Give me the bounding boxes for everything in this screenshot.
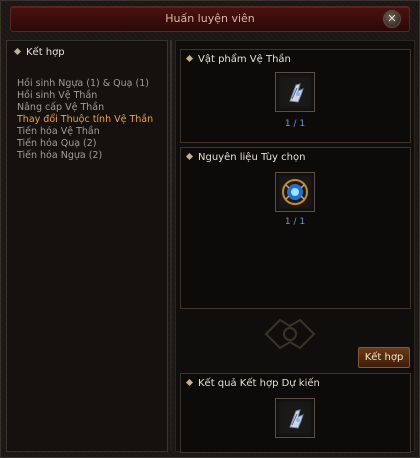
left-panel: Kết hợp Hồi sinh Ngựa (1) & Quạ (1) Hồi … [6,40,168,452]
left-panel-title: Kết hợp [26,47,65,58]
result-slot[interactable] [275,398,315,438]
emblem-icon [264,318,316,350]
material-section-title: Nguyên liệu Tùy chọn [183,152,305,163]
recipe-item[interactable]: Tiến hóa Ngựa (2) [17,150,153,162]
combine-button[interactable]: Kết hợp [358,347,410,368]
bullet-icon [13,47,22,56]
panel-divider [170,40,172,450]
recipe-item[interactable]: Nâng cấp Vệ Thần [17,102,153,114]
gauntlet-icon [289,409,304,429]
material-slot[interactable] [275,172,315,212]
material-count: 1 / 1 [284,217,306,227]
title-bar: Huấn luyện viên ✕ [10,6,410,32]
bullet-icon [185,378,194,387]
gauntlet-icon [289,83,304,103]
item-section-label: Vật phẩm Vệ Thần [198,54,291,65]
result-section: Kết quả Kết hợp Dự kiến [180,373,411,453]
recipe-list: Hồi sinh Ngựa (1) & Quạ (1) Hồi sinh Vệ … [17,78,153,162]
result-section-label: Kết quả Kết hợp Dự kiến [198,378,320,389]
material-section: Nguyên liệu Tùy chọn 1 / 1 [180,147,411,309]
bullet-icon [185,152,194,161]
bullet-icon [185,54,194,63]
blue-orb-icon [282,179,308,205]
recipe-item-selected[interactable]: Thay đổi Thuộc tính Vệ Thần [17,114,153,126]
item-section-title: Vật phẩm Vệ Thần [183,54,291,65]
result-section-title: Kết quả Kết hợp Dự kiến [183,378,320,389]
left-panel-header: Kết hợp [11,47,161,61]
window-title: Huấn luyện viên [165,12,255,25]
item-section: Vật phẩm Vệ Thần 1 / 1 [180,49,411,143]
recipe-item[interactable]: Tiến hóa Quạ (2) [17,138,153,150]
recipe-item[interactable]: Hồi sinh Vệ Thần [17,90,153,102]
item-slot[interactable] [275,72,315,112]
item-count: 1 / 1 [284,119,306,129]
close-icon[interactable]: ✕ [383,10,401,28]
recipe-item[interactable]: Hồi sinh Ngựa (1) & Quạ (1) [17,78,153,90]
material-section-label: Nguyên liệu Tùy chọn [198,152,306,163]
recipe-item[interactable]: Tiến hóa Vệ Thần [17,126,153,138]
